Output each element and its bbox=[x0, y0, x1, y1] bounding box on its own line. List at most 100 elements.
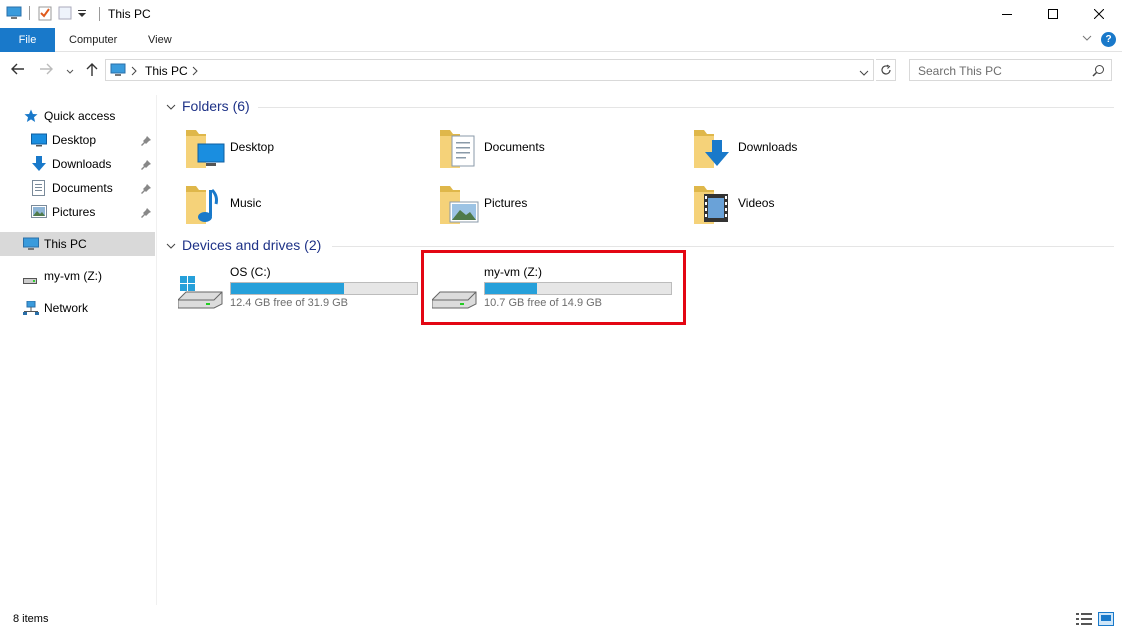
title-bar: This PC bbox=[0, 0, 1122, 28]
sidebar-item-desktop[interactable]: Desktop bbox=[0, 129, 155, 151]
search-icon[interactable] bbox=[1092, 64, 1105, 80]
search-input[interactable]: Search This PC bbox=[909, 59, 1112, 81]
new-folder-icon[interactable] bbox=[57, 5, 73, 21]
title-separator bbox=[99, 7, 100, 21]
section-divider bbox=[332, 246, 1114, 247]
maximize-button[interactable] bbox=[1030, 0, 1076, 28]
ribbon-tabs: File Computer View ? bbox=[0, 28, 1122, 52]
window-title: This PC bbox=[108, 7, 151, 21]
selection-highlight-box bbox=[421, 250, 686, 325]
this-pc-icon bbox=[110, 63, 126, 80]
sidebar-item-my-vm-drive[interactable]: my-vm (Z:) bbox=[0, 265, 155, 287]
drive-item-os-c[interactable]: OS (C:) 12.4 GB free of 31.9 GB bbox=[177, 258, 423, 318]
sidebar-item-label: Downloads bbox=[52, 157, 112, 171]
this-pc-icon bbox=[23, 237, 39, 254]
folders-section-header[interactable]: Folders (6) bbox=[166, 98, 250, 114]
sidebar-item-label: Pictures bbox=[52, 205, 96, 219]
expand-ribbon-icon[interactable] bbox=[1081, 32, 1093, 47]
sidebar-item-pictures[interactable]: Pictures bbox=[0, 201, 155, 223]
drive-name: OS (C:) bbox=[230, 265, 271, 279]
folder-item-pictures[interactable]: Pictures bbox=[438, 182, 678, 226]
properties-icon[interactable] bbox=[37, 5, 53, 21]
drive-icon bbox=[23, 273, 37, 287]
collapse-chevron-icon[interactable] bbox=[166, 98, 176, 114]
navigation-pane: Quick access Desktop Downloads Documents bbox=[0, 95, 157, 605]
drive-usage-bar bbox=[230, 282, 418, 295]
refresh-icon bbox=[880, 64, 891, 75]
network-icon bbox=[23, 300, 39, 318]
folder-item-documents[interactable]: Documents bbox=[438, 126, 678, 170]
picture-icon bbox=[31, 205, 47, 221]
back-arrow-icon[interactable] bbox=[10, 61, 26, 80]
breadcrumb-this-pc[interactable]: This PC bbox=[145, 64, 188, 78]
sidebar-item-network[interactable]: Network bbox=[0, 297, 155, 319]
folder-item-music[interactable]: Music bbox=[184, 182, 424, 226]
sidebar-item-this-pc[interactable]: This PC bbox=[0, 232, 155, 256]
quick-access-toolbar bbox=[6, 5, 87, 21]
toolbar-separator bbox=[29, 6, 30, 20]
navigation-bar: This PC Search This PC bbox=[0, 53, 1122, 87]
address-dropdown-chevron-icon[interactable] bbox=[859, 66, 869, 80]
download-arrow-icon bbox=[32, 156, 46, 175]
collapse-chevron-icon[interactable] bbox=[166, 237, 176, 253]
documents-folder-icon bbox=[438, 126, 480, 173]
status-bar: 8 items bbox=[0, 608, 1122, 630]
help-icon[interactable]: ? bbox=[1101, 32, 1116, 47]
windows-drive-icon bbox=[177, 276, 224, 313]
sidebar-item-label: This PC bbox=[44, 237, 87, 251]
address-bar[interactable]: This PC bbox=[105, 59, 874, 81]
details-view-icon[interactable] bbox=[1076, 612, 1092, 629]
breadcrumb-chevron-icon[interactable] bbox=[131, 65, 137, 79]
pin-icon[interactable] bbox=[141, 183, 151, 197]
section-title: Folders (6) bbox=[182, 98, 250, 114]
folder-label: Downloads bbox=[738, 140, 798, 154]
folder-label: Music bbox=[230, 196, 262, 210]
close-icon bbox=[1094, 9, 1104, 19]
large-icons-view-icon[interactable] bbox=[1098, 612, 1114, 629]
sidebar-item-label: my-vm (Z:) bbox=[44, 269, 102, 283]
computer-icon[interactable] bbox=[6, 5, 22, 21]
pin-icon[interactable] bbox=[141, 207, 151, 221]
item-count: 8 items bbox=[13, 613, 49, 625]
breadcrumb-chevron-icon[interactable] bbox=[192, 65, 198, 79]
close-button[interactable] bbox=[1076, 0, 1122, 28]
maximize-icon bbox=[1048, 9, 1058, 19]
folder-label: Pictures bbox=[484, 196, 528, 210]
pin-icon[interactable] bbox=[141, 159, 151, 173]
pin-icon[interactable] bbox=[141, 135, 151, 149]
drive-free-space: 12.4 GB free of 31.9 GB bbox=[230, 297, 349, 309]
customize-toolbar-dropdown-icon[interactable] bbox=[77, 5, 87, 21]
drive-usage-fill bbox=[231, 283, 345, 294]
folder-label: Desktop bbox=[230, 140, 275, 154]
pictures-folder-icon bbox=[438, 182, 480, 229]
folder-item-videos[interactable]: Videos bbox=[692, 182, 932, 226]
desktop-folder-icon bbox=[184, 126, 226, 173]
sidebar-item-label: Quick access bbox=[44, 109, 116, 123]
sidebar-item-documents[interactable]: Documents bbox=[0, 177, 155, 199]
folder-label: Documents bbox=[484, 140, 545, 154]
tab-file[interactable]: File bbox=[0, 28, 55, 52]
drives-section-header[interactable]: Devices and drives (2) bbox=[166, 237, 321, 253]
up-arrow-icon[interactable] bbox=[85, 61, 99, 80]
document-icon bbox=[32, 180, 45, 199]
sidebar-item-label: Desktop bbox=[52, 133, 97, 147]
sidebar-item-downloads[interactable]: Downloads bbox=[0, 153, 155, 175]
section-divider bbox=[258, 107, 1114, 108]
folder-item-desktop[interactable]: Desktop bbox=[184, 126, 424, 170]
sidebar-item-quick-access[interactable]: Quick access bbox=[0, 105, 155, 127]
forward-arrow-icon[interactable] bbox=[38, 61, 54, 80]
minimize-icon bbox=[1002, 14, 1012, 15]
folder-item-downloads[interactable]: Downloads bbox=[692, 126, 932, 170]
folder-label: Videos bbox=[738, 196, 775, 210]
tab-view[interactable]: View bbox=[148, 28, 172, 52]
search-placeholder: Search This PC bbox=[918, 64, 1002, 78]
minimize-button[interactable] bbox=[984, 0, 1030, 28]
desktop-icon bbox=[31, 133, 47, 150]
downloads-folder-icon bbox=[692, 126, 734, 173]
refresh-button[interactable] bbox=[876, 59, 896, 81]
recent-locations-chevron-icon[interactable] bbox=[65, 65, 75, 79]
tab-computer[interactable]: Computer bbox=[69, 28, 117, 52]
section-title: Devices and drives (2) bbox=[182, 237, 322, 253]
sidebar-item-label: Documents bbox=[52, 181, 113, 195]
videos-folder-icon bbox=[692, 182, 734, 229]
